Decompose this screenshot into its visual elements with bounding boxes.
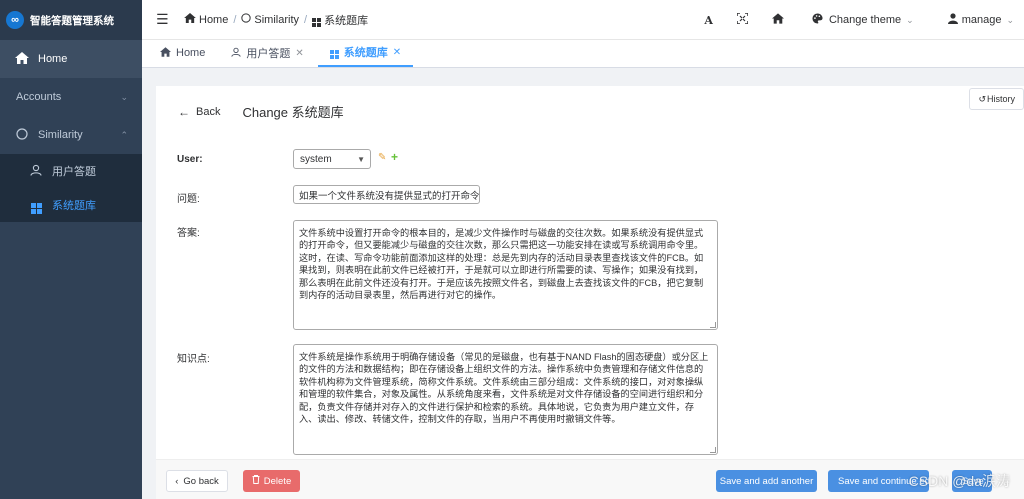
user-icon <box>947 13 958 27</box>
chevron-down-icon: ⌄ <box>906 14 914 25</box>
circle-icon <box>14 127 30 143</box>
chevron-down-icon: ⌄ <box>1006 14 1014 25</box>
sidebar-item-similarity[interactable]: Similarity ⌃ <box>0 116 142 154</box>
change-theme-label: Change theme <box>828 14 902 26</box>
knowledge-label: 知识点: <box>177 354 210 365</box>
user-icon <box>231 47 241 60</box>
chevron-down-icon: ▼ <box>357 154 365 164</box>
sidebar: ∞ 智能答题管理系统 Home Accounts ⌄ Similarity ⌃ … <box>0 0 142 499</box>
sidebar-item-label: Accounts <box>16 91 62 103</box>
close-icon[interactable]: ✕ <box>393 47 401 58</box>
pencil-icon[interactable]: ✎ <box>378 152 386 163</box>
arrow-left-icon: ← <box>178 104 190 119</box>
chevron-up-icon: ⌃ <box>120 129 128 140</box>
user-select-value: system <box>300 153 332 165</box>
brand[interactable]: ∞ 智能答题管理系统 <box>0 0 142 40</box>
home-icon[interactable] <box>771 13 784 27</box>
back-label: Back <box>196 105 221 118</box>
history-label: History <box>986 94 1015 104</box>
grid-icon <box>28 196 44 214</box>
font-size-icon[interactable]: A <box>704 14 713 27</box>
main-content: ← Back Change 系统题库 ↺ History User: syste… <box>142 68 1024 499</box>
circle-icon <box>241 13 252 26</box>
sidebar-item-label: 系统题库 <box>52 200 96 212</box>
answer-label: 答案: <box>177 228 200 239</box>
tab-label: 用户答题 <box>246 48 291 60</box>
fullscreen-icon[interactable] <box>736 12 749 27</box>
go-back-button[interactable]: ‹ Go back <box>166 470 228 492</box>
submit-row: ‹ Go back Delete Save and add another Sa… <box>156 459 1024 499</box>
history-button[interactable]: ↺ History <box>969 88 1024 110</box>
breadcrumb: Home / Similarity / 系统题库 <box>184 12 368 28</box>
sidebar-item-home[interactable]: Home <box>0 40 142 78</box>
home-icon <box>184 13 196 26</box>
watermark: CSDN @da涙涛 <box>908 473 1010 489</box>
go-back-label: Go back <box>183 475 219 487</box>
sidebar-item-question-bank[interactable]: 系统题库 <box>0 188 142 222</box>
tabs-bar: Home 用户答题 ✕ 系统题库 ✕ <box>142 40 1024 68</box>
change-theme-dropdown[interactable]: Change theme ⌄ <box>812 13 914 27</box>
tab-user-answers[interactable]: 用户答题 ✕ <box>219 39 315 67</box>
navbar: ☰ Home / Similarity / 系统题库 A Change them… <box>142 0 1024 40</box>
palette-icon <box>812 13 823 27</box>
answer-text: 文件系统中设置打开命令的根本目的，是减少文件操作时与磁盘的交往次数。如果系统没有… <box>299 228 704 301</box>
breadcrumb-similarity[interactable]: Similarity <box>254 14 299 26</box>
tab-question-bank[interactable]: 系统题库 ✕ <box>317 39 414 67</box>
delete-button[interactable]: Delete <box>243 470 300 492</box>
brand-title: 智能答题管理系统 <box>30 14 114 27</box>
sidebar-item-label: 用户答题 <box>52 166 96 178</box>
sidebar-item-label: Home <box>38 53 68 65</box>
tab-home[interactable]: Home <box>148 39 217 67</box>
page-title: Change 系统题库 <box>242 105 344 120</box>
grid-icon <box>312 13 322 27</box>
home-icon <box>160 46 171 60</box>
resize-handle[interactable] <box>710 447 716 453</box>
save-and-add-another-button[interactable]: Save and add another <box>716 470 817 492</box>
sidebar-item-label: Similarity <box>38 129 83 141</box>
user-dropdown[interactable]: manage ⌄ <box>947 13 1014 27</box>
back-link[interactable]: ← Back <box>178 105 220 119</box>
hamburger-icon[interactable]: ☰ <box>156 11 172 28</box>
user-select[interactable]: system ▼ <box>293 149 371 169</box>
sidebar-item-accounts[interactable]: Accounts ⌄ <box>0 78 142 116</box>
trash-icon <box>252 475 260 487</box>
knowledge-textarea[interactable]: 文件系统是操作系统用于明确存储设备（常见的是磁盘，也有基于NAND Flash的… <box>293 344 718 455</box>
breadcrumb-current: 系统题库 <box>324 14 369 27</box>
navbar-right: A Change theme ⌄ manage ⌄ <box>692 0 1024 40</box>
home-icon <box>14 51 30 67</box>
chevron-down-icon: ⌄ <box>120 91 128 102</box>
sidebar-item-user-answers[interactable]: 用户答题 <box>0 154 142 188</box>
knowledge-text: 文件系统是操作系统用于明确存储设备（常见的是磁盘，也有基于NAND Flash的… <box>299 352 709 425</box>
grid-icon <box>329 45 339 59</box>
breadcrumb-home[interactable]: Home <box>199 14 228 26</box>
form-card: ← Back Change 系统题库 ↺ History User: syste… <box>156 86 1024 499</box>
tab-label: Home <box>176 47 206 59</box>
plus-icon[interactable]: + <box>391 150 398 164</box>
user-icon <box>28 164 44 179</box>
history-icon: ↺ <box>978 93 986 104</box>
user-label: User: <box>177 154 203 165</box>
resize-handle[interactable] <box>710 322 716 328</box>
tab-label: 系统题库 <box>343 47 388 59</box>
logo-icon: ∞ <box>6 11 24 29</box>
page-header: ← Back Change 系统题库 <box>178 102 344 121</box>
similarity-submenu: 用户答题 系统题库 <box>0 154 142 222</box>
answer-textarea[interactable]: 文件系统中设置打开命令的根本目的，是减少文件操作时与磁盘的交往次数。如果系统没有… <box>293 220 718 330</box>
delete-label: Delete <box>263 475 292 487</box>
user-name: manage <box>961 14 1002 26</box>
chevron-left-icon: ‹ <box>175 475 179 487</box>
question-input[interactable]: 如果一个文件系统没有提供显式的打开命令（ <box>293 185 480 204</box>
question-label: 问题: <box>177 194 200 205</box>
close-icon[interactable]: ✕ <box>295 48 303 59</box>
